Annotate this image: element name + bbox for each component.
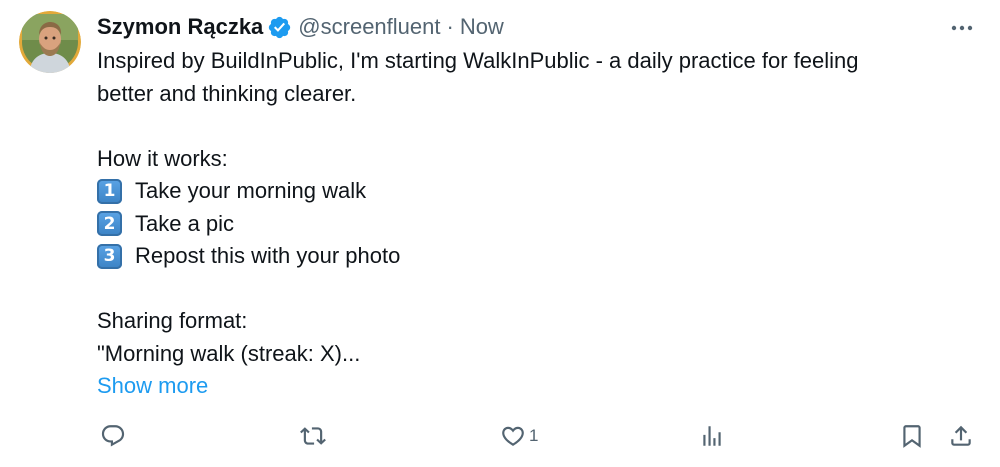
like-count: 1 bbox=[529, 426, 539, 445]
bookmark-icon bbox=[903, 425, 921, 448]
views-icon bbox=[703, 426, 721, 446]
step-text: Take a pic bbox=[135, 210, 235, 236]
tweet-text: Inspired by BuildInPublic, I'm starting … bbox=[97, 45, 967, 403]
author-handle[interactable]: @screenfluent bbox=[298, 14, 440, 40]
reply-button[interactable] bbox=[100, 420, 126, 452]
step-text: Take your morning walk bbox=[135, 178, 367, 203]
step-item: 1 Take your morning walk bbox=[97, 175, 967, 208]
show-more-link[interactable]: Show more bbox=[97, 373, 208, 398]
share-icon bbox=[951, 425, 971, 446]
share-button[interactable] bbox=[948, 420, 974, 452]
keycap-one-icon: 1 bbox=[97, 178, 122, 204]
repost-icon bbox=[300, 427, 326, 445]
avatar-image bbox=[19, 11, 81, 73]
like-icon bbox=[502, 426, 524, 446]
repost-button[interactable] bbox=[300, 420, 326, 452]
author-name[interactable]: Szymon Rączka bbox=[97, 14, 263, 40]
reply-icon bbox=[101, 425, 125, 447]
avatar[interactable] bbox=[19, 11, 81, 73]
separator-dot: · bbox=[446, 14, 454, 39]
timestamp[interactable]: Now bbox=[460, 14, 504, 40]
step-item: 3 Repost this with your photo bbox=[97, 240, 967, 273]
tweet-intro-line: better and thinking clearer. bbox=[97, 80, 357, 106]
format-heading: Sharing format: bbox=[97, 308, 248, 333]
action-bar: 1 bbox=[0, 418, 1000, 454]
keycap-two-icon: 2 bbox=[97, 211, 122, 237]
bookmark-button[interactable] bbox=[899, 420, 925, 452]
tweet[interactable]: Szymon Rączka @screenfluent · Now Inspir… bbox=[0, 0, 1000, 467]
tweet-header: Szymon Rączka @screenfluent · Now bbox=[97, 10, 504, 44]
more-icon bbox=[951, 25, 973, 31]
how-heading: How it works: bbox=[97, 145, 228, 171]
step-text: Repost this with your photo bbox=[135, 243, 401, 268]
like-button[interactable]: 1 bbox=[500, 420, 538, 452]
keycap-three-icon: 3 bbox=[97, 243, 122, 269]
step-item: 2 Take a pic bbox=[97, 208, 967, 241]
verified-badge-icon[interactable] bbox=[267, 15, 292, 40]
more-button[interactable] bbox=[944, 14, 980, 42]
format-line: "Morning walk (streak: X)... bbox=[97, 340, 361, 366]
tweet-intro-line: Inspired by BuildInPublic, I'm starting … bbox=[97, 48, 859, 73]
views-button[interactable] bbox=[699, 420, 725, 452]
